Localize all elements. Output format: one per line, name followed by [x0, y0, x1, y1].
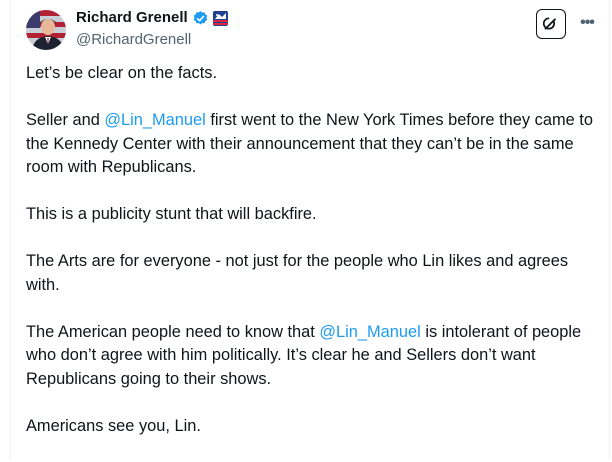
- author-name[interactable]: Richard Grenell: [76, 9, 188, 27]
- more-options-button[interactable]: •••: [576, 12, 598, 34]
- grok-button[interactable]: [536, 9, 566, 39]
- paragraph-1: Let’s be clear on the facts.: [26, 64, 218, 82]
- avatar[interactable]: [26, 10, 66, 50]
- paragraph-3: This is a publicity stunt that will back…: [26, 205, 317, 223]
- author-name-row: Richard Grenell: [76, 9, 228, 27]
- author-handle[interactable]: @RichardGrenell: [76, 31, 191, 49]
- profile-photo: [26, 10, 66, 50]
- grok-icon: [542, 17, 556, 30]
- mention-link[interactable]: @Lin_Manuel: [319, 323, 420, 341]
- affiliation-badge-icon[interactable]: [212, 10, 228, 26]
- verified-badge-icon[interactable]: [192, 10, 209, 27]
- tweet-text: Let’s be clear on the facts. Seller and …: [26, 62, 601, 462]
- paragraph-6: Americans see you, Lin.: [26, 416, 201, 435]
- tweet-card: Richard Grenell @RichardGrenell ••• Let’…: [10, 0, 610, 460]
- paragraph-5: The American people need to know that @L…: [26, 322, 582, 388]
- paragraph-4: The Arts are for everyone - not just for…: [26, 252, 569, 294]
- paragraph-2: Seller and @Lin_Manuel first went to the…: [26, 111, 593, 176]
- mention-link[interactable]: @Lin_Manuel: [104, 111, 205, 129]
- more-icon: •••: [580, 14, 595, 31]
